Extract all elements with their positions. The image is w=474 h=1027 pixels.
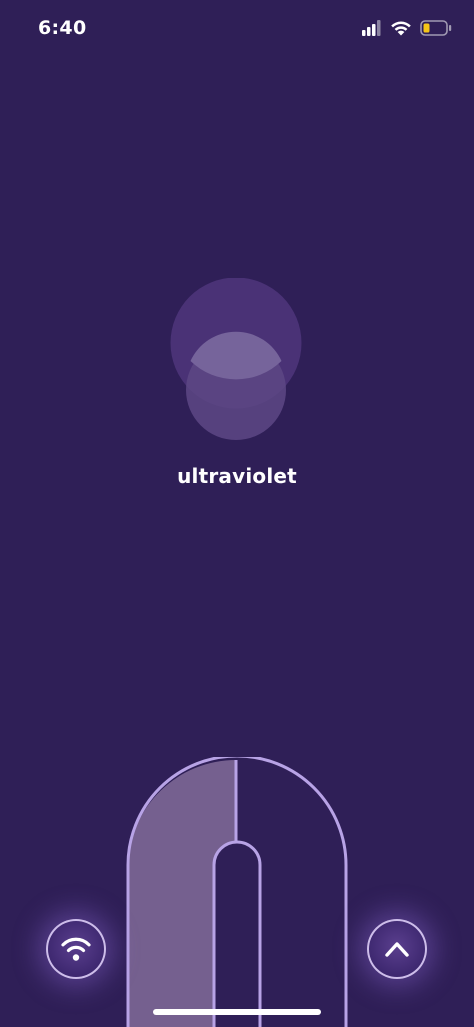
status-time: 6:40 xyxy=(38,17,87,39)
battery-icon xyxy=(420,20,452,36)
wifi-icon xyxy=(61,937,91,961)
expand-up-button[interactable] xyxy=(367,919,427,979)
device-outline-icon xyxy=(126,757,348,1027)
cellular-signal-icon xyxy=(362,20,381,36)
brand-name: ultraviolet xyxy=(177,464,297,488)
chevron-up-icon xyxy=(385,942,409,957)
status-icons xyxy=(362,20,454,40)
home-indicator[interactable] xyxy=(153,1009,321,1015)
wifi-button[interactable] xyxy=(46,919,106,979)
overlapping-circles-logo xyxy=(170,278,302,440)
wifi-icon xyxy=(391,21,411,36)
status-bar: 6:40 xyxy=(0,0,474,56)
